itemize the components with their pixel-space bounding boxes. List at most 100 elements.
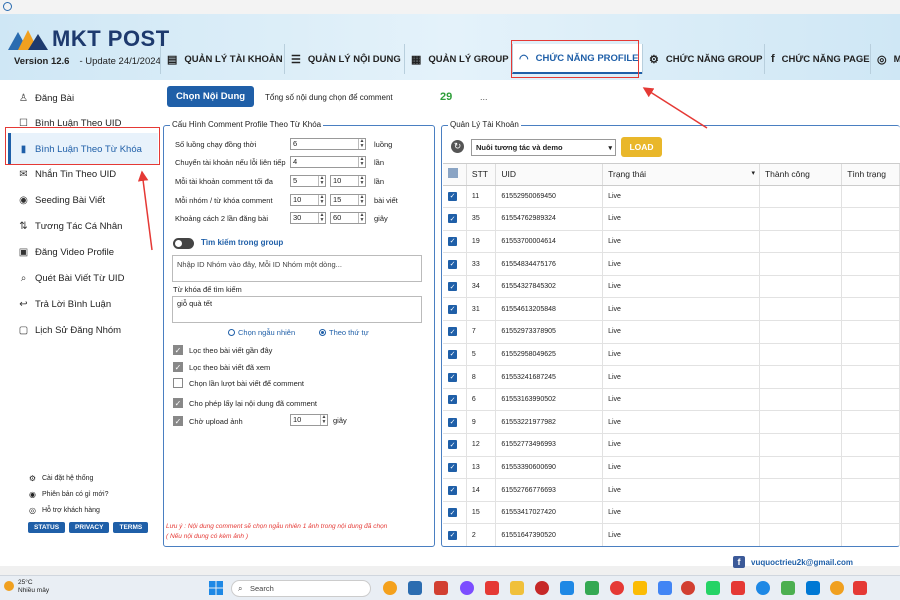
radio-random[interactable]: Chọn ngẫu nhiên — [228, 328, 295, 337]
spin-arrows-icon[interactable]: ▲ ▼ — [318, 195, 325, 205]
taskbar-app-icon[interactable] — [535, 581, 549, 595]
checkbox-icon[interactable]: ✓ — [448, 282, 457, 292]
taskbar-app-icon[interactable] — [434, 581, 448, 595]
pill-terms-button[interactable]: TERMS — [113, 522, 149, 533]
checkbox-icon[interactable]: ✓ — [173, 416, 183, 426]
col-status[interactable]: Trạng thái ▾ — [602, 164, 760, 186]
checkbox-icon[interactable]: ✓ — [448, 214, 457, 224]
taskbar-app-icon[interactable] — [585, 581, 599, 595]
taskbar-app-icon[interactable] — [658, 581, 672, 595]
checkbox-icon[interactable]: ✓ — [448, 372, 457, 382]
taskbar-app-icon[interactable] — [610, 581, 624, 595]
config-spin-input[interactable]: 5 ▲ ▼ — [290, 175, 326, 187]
config-spin-input[interactable]: 6 ▲ ▼ — [290, 138, 366, 150]
sidebar-item-4[interactable]: ✉ Nhắn Tin Theo UID — [18, 169, 116, 180]
more-dots[interactable]: ... — [480, 92, 488, 102]
col-state[interactable]: Tình trạng — [841, 164, 900, 186]
checkbox-icon[interactable]: ✓ — [448, 327, 457, 337]
config-spin-input[interactable]: 4 ▲ ▼ — [290, 156, 366, 168]
weather-widget[interactable]: 25°C Nhiều mây — [4, 579, 49, 595]
checkbox-icon[interactable]: ✓ — [448, 417, 457, 427]
tab-1[interactable]: ▤ QUẢN LÝ TÀI KHOẢN — [160, 44, 284, 74]
table-row[interactable]: ✓ 2 61551647390520 Live — [443, 523, 900, 546]
checkbox-icon[interactable]: ✓ — [173, 398, 183, 408]
taskbar-app-icon[interactable] — [510, 581, 524, 595]
select-all-checkbox[interactable] — [443, 164, 467, 186]
row-checkbox[interactable]: ✓ — [443, 456, 467, 480]
taskbar-app-icon[interactable] — [806, 581, 820, 595]
sidebar-item-10[interactable]: ▢ Lịch Sử Đăng Nhóm — [18, 325, 121, 336]
status-filter-icon[interactable]: ▾ — [751, 169, 755, 177]
col-uid[interactable]: UID — [495, 164, 604, 186]
spin-arrows-icon[interactable]: ▲ ▼ — [318, 176, 325, 186]
contact-email[interactable]: f vuquoctrieu2k@gmail.com — [733, 556, 853, 568]
row-checkbox[interactable]: ✓ — [443, 523, 467, 546]
windows-start-icon[interactable] — [209, 581, 223, 595]
option-checkbox-2[interactable]: ✓ Lọc theo bài viết đã xem — [173, 362, 270, 372]
row-checkbox[interactable]: ✓ — [443, 320, 467, 344]
taskbar-app-icon[interactable] — [383, 581, 397, 595]
table-row[interactable]: ✓ 33 61554834475176 Live — [443, 252, 900, 276]
row-checkbox[interactable]: ✓ — [443, 207, 467, 231]
checkbox-icon[interactable]: ✓ — [448, 349, 457, 359]
row-checkbox[interactable]: ✓ — [443, 365, 467, 389]
spin-arrows-icon[interactable]: ▲ ▼ — [320, 415, 327, 425]
table-row[interactable]: ✓ 35 61554762989324 Live — [443, 207, 900, 231]
spin-arrows-icon[interactable]: ▲ ▼ — [358, 195, 365, 205]
checkbox-icon[interactable]: ✓ — [448, 191, 457, 201]
checkbox-icon[interactable]: ✓ — [448, 259, 457, 269]
table-row[interactable]: ✓ 19 61553700004614 Live — [443, 230, 900, 254]
checkbox-icon[interactable]: ✓ — [448, 462, 457, 472]
config-spin-input[interactable]: 60 ▲ ▼ — [330, 212, 366, 224]
spin-arrows-icon[interactable]: ▲ ▼ — [358, 139, 365, 149]
table-row[interactable]: ✓ 5 61552958049625 Live — [443, 343, 900, 367]
option-checkbox-3[interactable]: Chọn lần lượt bài viết để comment — [173, 378, 304, 388]
option-checkbox-1[interactable]: ✓ Lọc theo bài viết gần đây — [173, 345, 272, 355]
tab-5[interactable]: ⚙ CHỨC NĂNG GROUP — [642, 44, 764, 74]
row-checkbox[interactable]: ✓ — [443, 433, 467, 457]
table-row[interactable]: ✓ 8 61553241687245 Live — [443, 365, 900, 389]
taskbar-app-icon[interactable] — [681, 581, 695, 595]
sidebar-link-3[interactable]: ◎ Hỗ trợ khách hàng — [28, 506, 100, 515]
table-row[interactable]: ✓ 7 61552973378905 Live — [443, 320, 900, 344]
checkbox-icon[interactable]: ✓ — [173, 362, 183, 372]
config-spin-input[interactable]: 30 ▲ ▼ — [290, 212, 326, 224]
table-row[interactable]: ✓ 31 61554613205848 Live — [443, 297, 900, 322]
account-group-select[interactable]: Nuôi tương tác và demo ▾ — [471, 139, 616, 156]
table-row[interactable]: ✓ 11 61552950069450 Live — [443, 185, 900, 209]
load-button[interactable]: LOAD — [621, 137, 662, 157]
row-checkbox[interactable]: ✓ — [443, 501, 467, 525]
checkbox-icon[interactable]: ✓ — [448, 440, 457, 450]
taskbar-app-icon[interactable] — [781, 581, 795, 595]
tab-3[interactable]: ▦ QUẢN LÝ GROUP — [404, 44, 512, 74]
config-spin-input[interactable]: 15 ▲ ▼ — [330, 194, 366, 206]
col-success[interactable]: Thành công — [759, 164, 843, 186]
upload-wait-input[interactable]: 10 ▲ ▼ — [290, 414, 328, 426]
tab-7[interactable]: ◎ M — [870, 44, 900, 74]
sidebar-item-9[interactable]: ↩ Trả Lời Bình Luận — [18, 299, 111, 310]
tab-2[interactable]: ☰ QUẢN LÝ NỘI DUNG — [284, 44, 404, 74]
group-id-input[interactable]: Nhập ID Nhóm vào đây, Mỗi ID Nhóm một dò… — [172, 255, 422, 282]
table-row[interactable]: ✓ 34 61554327845302 Live — [443, 275, 900, 299]
table-row[interactable]: ✓ 12 61552773496993 Live — [443, 433, 900, 457]
row-checkbox[interactable]: ✓ — [443, 410, 467, 435]
choose-content-button[interactable]: Chọn Nội Dung — [167, 86, 254, 107]
option-checkbox-4[interactable]: ✓ Cho phép lấy lại nội dung đã comment — [173, 398, 317, 408]
row-checkbox[interactable]: ✓ — [443, 252, 467, 276]
taskbar-app-icon[interactable] — [706, 581, 720, 595]
table-row[interactable]: ✓ 9 61553221977982 Live — [443, 410, 900, 435]
spin-arrows-icon[interactable]: ▲ ▼ — [318, 213, 325, 223]
checkbox-icon[interactable]: ✓ — [448, 395, 457, 405]
row-checkbox[interactable]: ✓ — [443, 185, 467, 209]
keyword-input[interactable]: giỗ quà tết — [172, 296, 422, 323]
taskbar-app-icon[interactable] — [460, 581, 474, 595]
taskbar-app-icon[interactable] — [853, 581, 867, 595]
config-spin-input[interactable]: 10 ▲ ▼ — [290, 194, 326, 206]
sidebar-item-5[interactable]: ◉ Seeding Bài Viết — [18, 195, 105, 206]
radio-order[interactable]: Theo thứ tự — [319, 328, 369, 337]
sidebar-item-1[interactable]: ♙ Đăng Bài — [18, 93, 74, 104]
row-checkbox[interactable]: ✓ — [443, 388, 467, 412]
checkbox-icon[interactable]: ✓ — [448, 530, 457, 540]
spin-arrows-icon[interactable]: ▲ ▼ — [358, 157, 365, 167]
col-stt[interactable]: STT — [466, 164, 497, 186]
